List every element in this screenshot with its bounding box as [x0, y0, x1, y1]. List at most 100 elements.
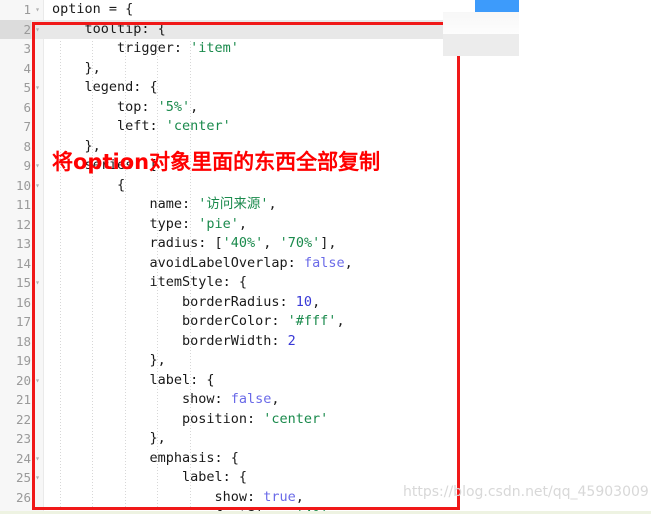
code-line[interactable]: 3 trigger: 'item' [0, 39, 520, 59]
code-line[interactable]: 22 position: 'center' [0, 410, 520, 430]
line-number: 15 [15, 275, 31, 290]
line-number: 6 [23, 99, 31, 115]
line-number: 14 [15, 255, 31, 271]
code-line[interactable]: 17 borderColor: '#fff', [0, 312, 520, 332]
code-text: }, [85, 59, 101, 79]
code-text: top: '5%', [117, 98, 198, 118]
code-text: }, [150, 429, 166, 449]
token: true [263, 488, 296, 505]
token: top: [117, 98, 158, 115]
line-number: 22 [15, 411, 31, 427]
token: }, [149, 430, 166, 446]
code-text: position: 'center' [182, 410, 328, 430]
line-number: 10 [15, 177, 31, 193]
token: 'item' [190, 40, 239, 56]
code-line[interactable]: 15 ▾ itemStyle: { [0, 273, 520, 293]
token: false [303, 254, 345, 271]
code-line[interactable]: 18 borderWidth: 2 [0, 332, 520, 352]
code-text: show: false, [182, 390, 280, 410]
fold-arrow-icon[interactable]: ▾ [33, 449, 42, 469]
fold-arrow-icon[interactable]: ▾ [33, 273, 42, 293]
token: , [344, 254, 353, 271]
code-line[interactable]: 5 ▾ legend: { [0, 78, 520, 98]
token: 10 [295, 293, 313, 310]
token: { [117, 176, 126, 193]
token: show: [214, 488, 264, 505]
token: label: { [149, 371, 215, 388]
token: '访问来源' [198, 196, 269, 212]
row-band-gray [443, 34, 520, 56]
vertical-scrollbar-track[interactable] [519, 0, 530, 514]
code-text: }, [150, 351, 166, 371]
line-number: 17 [15, 314, 31, 329]
code-line[interactable]: 20 ▾ label: { [0, 371, 520, 391]
line-number: 25 [15, 470, 31, 485]
token: trigger: [117, 40, 191, 56]
token: itemStyle: { [149, 274, 248, 290]
code-line[interactable]: 13 radius: ['40%', '70%'], [0, 234, 520, 254]
code-line[interactable]: 23}, [0, 429, 520, 449]
line-number: 24 [15, 450, 31, 466]
token: '70%' [279, 235, 321, 251]
code-text: trigger: 'item' [117, 39, 239, 59]
code-lines[interactable]: 1 ▾ option = {2 ▾ tooltip: {3 trigger: 'item'… [0, 0, 520, 514]
fold-arrow-icon[interactable]: ▾ [33, 20, 42, 40]
line-number: 13 [15, 236, 31, 251]
watermark-text: https://blog.csdn.net/qq_45903009 [403, 484, 649, 500]
code-line[interactable]: 6 top: '5%', [0, 98, 520, 118]
token: show: [182, 391, 231, 407]
code-text: avoidLabelOverlap: false, [150, 254, 353, 274]
fold-arrow-icon[interactable]: ▾ [33, 156, 42, 176]
code-line[interactable]: 19}, [0, 351, 520, 371]
token: position: [182, 410, 264, 427]
token: , [295, 488, 304, 505]
fold-arrow-icon[interactable]: ▾ [33, 371, 42, 391]
token: , [268, 196, 277, 212]
line-number: 16 [15, 294, 31, 310]
line-number: 18 [15, 333, 31, 349]
code-text: { [117, 176, 125, 196]
token: left: [117, 118, 166, 134]
code-line[interactable]: 7 left: 'center' [0, 117, 520, 137]
fold-arrow-icon[interactable]: ▾ [33, 468, 42, 488]
code-text: emphasis: { [150, 449, 239, 469]
fold-arrow-icon[interactable]: ▾ [33, 78, 42, 98]
token: ], [320, 235, 337, 251]
token: borderColor: [182, 313, 288, 329]
token: '#fff' [287, 313, 337, 329]
code-text: name: '访问来源', [150, 195, 277, 215]
code-text: label: { [182, 468, 247, 488]
token: '40%' [222, 235, 264, 251]
code-line[interactable]: 2 ▾ tooltip: { [0, 19, 520, 40]
code-line[interactable]: 4}, [0, 59, 520, 79]
token: , [336, 313, 345, 329]
code-line[interactable]: 24 ▾ emphasis: { [0, 449, 520, 469]
token: borderRadius: [182, 293, 296, 310]
fold-arrow-icon[interactable]: ▾ [33, 0, 42, 20]
code-line[interactable]: 11 name: '访问来源', [0, 195, 520, 215]
row-band-light [443, 12, 520, 34]
code-line[interactable]: 21 show: false, [0, 390, 520, 410]
code-text: show: true, [215, 488, 304, 508]
token: borderWidth: [182, 332, 288, 349]
code-editor[interactable]: 1 ▾ option = {2 ▾ tooltip: {3 trigger: 'item'… [0, 0, 520, 514]
line-number: 19 [15, 353, 31, 368]
token: 'center' [263, 410, 329, 427]
code-line[interactable]: 12 type: 'pie', [0, 215, 520, 235]
line-number: 8 [23, 138, 31, 154]
token: type: [149, 215, 199, 232]
token: , [271, 391, 280, 407]
code-line[interactable]: 10 ▾ { [0, 176, 520, 196]
token: avoidLabelOverlap: [149, 254, 304, 271]
token: 'center' [165, 118, 231, 134]
line-number: 26 [15, 489, 31, 505]
code-text: label: { [150, 371, 215, 391]
fold-arrow-icon[interactable]: ▾ [33, 176, 42, 196]
code-line[interactable]: 1 ▾ option = { [0, 0, 520, 20]
token: , [263, 235, 280, 251]
code-line[interactable]: 16 borderRadius: 10, [0, 293, 520, 313]
token: false [230, 391, 272, 407]
token: radius: [ [149, 235, 223, 251]
code-line[interactable]: 14 avoidLabelOverlap: false, [0, 254, 520, 274]
code-text: borderColor: '#fff', [182, 312, 345, 332]
